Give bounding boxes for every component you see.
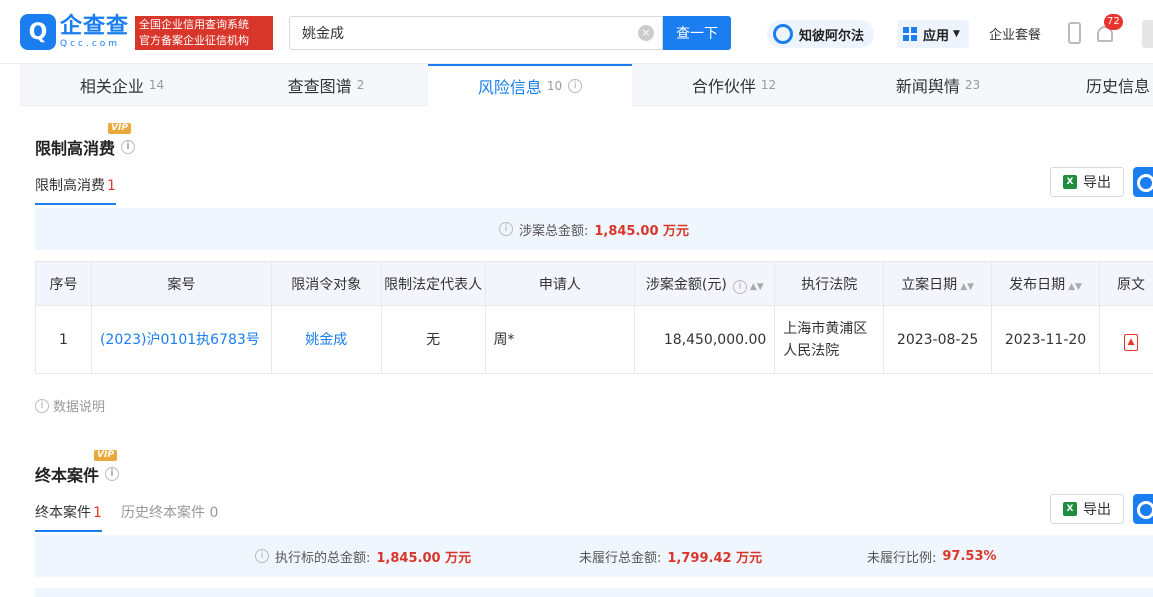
col-header-case-no: 案号: [90, 261, 272, 306]
info-icon[interactable]: i: [498, 222, 513, 236]
cell-original[interactable]: ▲: [1099, 305, 1153, 374]
col-header-index: 序号: [35, 261, 92, 306]
excel-icon: X: [1063, 175, 1077, 189]
cell-filed-date: 2023-08-25: [883, 305, 993, 374]
vip-badge: VIP: [94, 450, 117, 461]
col-header-filed-date[interactable]: 立案日期 ▲▼: [883, 261, 993, 306]
qcc-assistant-icon[interactable]: [1133, 167, 1153, 197]
col-header-court: 执行法院: [774, 261, 885, 306]
qcc-assistant-icon[interactable]: [1133, 494, 1153, 524]
col-header-publish-date[interactable]: 发布日期 ▲▼: [991, 261, 1100, 306]
col-header-applicant: 申请人: [484, 261, 636, 306]
subtab-consumption-restriction[interactable]: 限制高消费 1: [35, 175, 116, 205]
cell-amount: 18,450,000.00: [634, 305, 776, 374]
col-header-target: 限消令对象: [270, 261, 382, 306]
table-row: 1 (2023)沪0101执6783号 姚金成 无 周* 18,450,000.…: [35, 305, 1153, 374]
apps-menu[interactable]: 应用 ▼: [897, 20, 969, 48]
info-icon[interactable]: i: [255, 549, 269, 563]
info-icon[interactable]: i: [121, 140, 136, 154]
main-tabs: 相关企业 14 查查图谱 2 风险信息 10 i 合作伙伴 12 新闻舆情 23 历史信息: [20, 64, 1153, 106]
sort-icon[interactable]: ▲▼: [750, 282, 764, 292]
logo-en-text: Qcc.com: [60, 38, 121, 49]
info-icon[interactable]: i: [105, 467, 120, 481]
cell-applicant: 周*: [484, 305, 636, 374]
subtab-terminated-cases[interactable]: 终本案件 1: [35, 502, 102, 532]
tab-history[interactable]: 历史信息: [1040, 64, 1153, 106]
search-input[interactable]: [290, 17, 630, 49]
info-icon[interactable]: i: [732, 279, 747, 294]
cell-publish-date: 2023-11-20: [991, 305, 1100, 374]
tab-graph[interactable]: 查查图谱 2: [224, 64, 428, 106]
excel-icon: X: [1063, 502, 1077, 516]
section-title-terminated-cases: 终本案件 i: [35, 462, 120, 486]
official-badge: 全国企业信用查询系统 官方备案企业征信机构: [135, 16, 273, 50]
export-button[interactable]: X 导出: [1050, 167, 1124, 197]
cell-index: 1: [35, 305, 92, 374]
tab-partners[interactable]: 合作伙伴 12: [632, 64, 836, 106]
sort-icon[interactable]: ▲▼: [960, 282, 974, 292]
apps-grid-icon: [903, 27, 917, 41]
tab-risk-info[interactable]: 风险信息 10 i: [428, 64, 632, 106]
tab-related-companies[interactable]: 相关企业 14: [20, 64, 224, 106]
top-bar: Q 企查查 Qcc.com 全国企业信用查询系统 官方备案企业征信机构 × 查一…: [0, 0, 1153, 64]
pdf-icon[interactable]: ▲: [1124, 333, 1138, 351]
tab-news[interactable]: 新闻舆情 23: [836, 64, 1040, 106]
qcc-logo-icon: Q: [20, 14, 56, 50]
info-icon[interactable]: i: [568, 79, 583, 93]
cell-target[interactable]: 姚金成: [270, 305, 382, 374]
export-button[interactable]: X 导出: [1050, 494, 1124, 524]
mobile-phone-icon[interactable]: [1068, 22, 1081, 44]
qcc-logo[interactable]: Q 企查查 Qcc.com: [20, 14, 129, 50]
table-header-partial: [35, 588, 1153, 597]
section-title-consumption-restriction: 限制高消费 i: [35, 135, 136, 159]
col-header-amount[interactable]: 涉案金额(元) i ▲▼: [634, 261, 776, 306]
notification-badge: 72: [1104, 14, 1123, 30]
logo-cn-text: 企查查: [60, 13, 130, 39]
clear-icon[interactable]: ×: [638, 25, 654, 41]
consumption-restriction-table: 序号 案号 限消令对象 限制法定代表人 申请人 涉案金额(元) i ▲▼ 执行法院 …: [35, 261, 1153, 374]
data-note[interactable]: i 数据说明: [35, 396, 105, 415]
cell-court: 上海市黄浦区人民法院: [774, 305, 885, 374]
search-button[interactable]: 查一下: [663, 16, 731, 50]
info-icon: i: [35, 398, 49, 413]
case-amount-summary: i 涉案总金额: 1,845.00 万元: [35, 208, 1153, 250]
zhibi-logo-icon: [773, 24, 793, 44]
col-header-legal-rep: 限制法定代表人: [380, 261, 486, 306]
zhibi-alpha-button[interactable]: 知彼阿尔法: [767, 20, 875, 48]
terminated-case-summary: i 执行标的总金额: 1,845.00 万元 未履行总金额: 1,799.42 …: [35, 535, 1153, 577]
cell-case-no[interactable]: (2023)沪0101执6783号: [90, 305, 272, 374]
subtab-history-terminated-cases[interactable]: 历史终本案件 0: [121, 502, 218, 530]
col-header-original: 原文: [1099, 261, 1153, 306]
vip-badge: VIP: [108, 123, 131, 134]
user-menu-edge[interactable]: [1142, 20, 1153, 48]
sort-icon[interactable]: ▲▼: [1068, 282, 1082, 292]
cell-legal-rep: 无: [380, 305, 486, 374]
chevron-down-icon: ▼: [953, 29, 960, 39]
search-box: ×: [289, 16, 663, 50]
enterprise-package-link[interactable]: 企业套餐: [989, 24, 1041, 43]
